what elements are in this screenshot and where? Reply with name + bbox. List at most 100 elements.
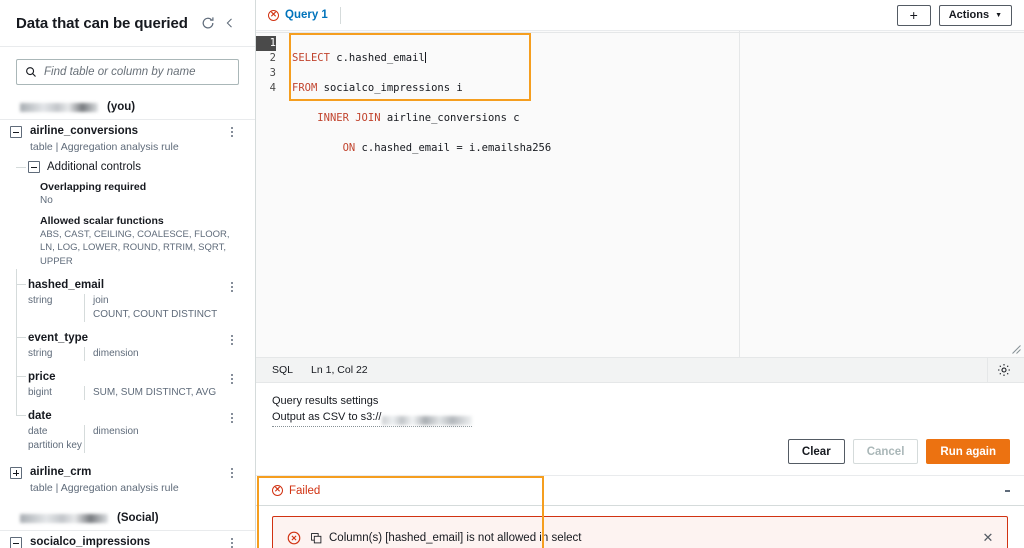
line-number: 3 bbox=[269, 67, 276, 79]
output-prefix: Output as CSV to s3:// bbox=[272, 411, 382, 423]
table-name: airline_crm bbox=[30, 466, 92, 478]
property-allowed-scalar-functions: Allowed scalar functions ABS, CAST, CEIL… bbox=[0, 208, 255, 269]
collapse-toggle-icon[interactable] bbox=[10, 126, 22, 138]
column-row[interactable]: event_type string dimension bbox=[0, 304, 255, 363]
code-content[interactable]: SELECT c.hashed_email FROM socialco_impr… bbox=[283, 33, 1024, 186]
sql-editor[interactable]: 1 2 3 4 SELECT c.hashed_email FROM socia… bbox=[256, 31, 1024, 357]
column-tags: join COUNT, COUNT DISTINCT bbox=[93, 295, 218, 320]
editor-divider bbox=[739, 31, 740, 357]
cancel-button: Cancel bbox=[852, 439, 919, 464]
sidebar-search-wrap bbox=[0, 47, 255, 94]
table-menu-icon[interactable] bbox=[225, 125, 239, 139]
run-again-button[interactable]: Run again bbox=[926, 439, 1010, 464]
code-line: INNER JOIN airline_conversions c bbox=[292, 111, 1024, 126]
query-results-settings: Query results settings Output as CSV to … bbox=[256, 383, 1024, 427]
column-row[interactable]: hashed_email string join COUNT, COUNT DI… bbox=[0, 269, 255, 324]
error-circle-icon: ✕ bbox=[272, 485, 283, 496]
gear-icon[interactable] bbox=[997, 363, 1011, 377]
sql-text: socialco_impressions i bbox=[317, 82, 463, 94]
property-key: Allowed scalar functions bbox=[40, 214, 164, 227]
column-row[interactable]: date date partition key dimension bbox=[0, 382, 255, 455]
query-topbar: ✕ Query 1 + Actions ▼ bbox=[256, 0, 1024, 31]
language-label: SQL bbox=[272, 364, 294, 376]
redacted-output-path bbox=[382, 416, 472, 425]
error-circle-icon: ✕ bbox=[268, 9, 279, 21]
column-menu-icon[interactable] bbox=[225, 333, 239, 347]
add-query-button[interactable]: + bbox=[896, 4, 931, 26]
line-number-gutter: 1 2 3 4 bbox=[256, 33, 283, 186]
additional-controls-row[interactable]: Additional controls bbox=[0, 156, 255, 177]
column-tags: dimension bbox=[93, 348, 139, 359]
table-menu-icon[interactable] bbox=[225, 466, 239, 480]
property-overlapping-required: Overlapping required No bbox=[0, 177, 255, 208]
column-name: date bbox=[28, 410, 52, 422]
error-alert: Column(s) [hashed_email] is not allowed … bbox=[272, 516, 1008, 548]
cursor-position: Ln 1, Col 22 bbox=[311, 364, 368, 376]
error-circle-icon bbox=[287, 531, 301, 545]
chevron-left-icon[interactable] bbox=[219, 12, 241, 34]
redacted-account-name bbox=[20, 513, 108, 523]
expand-toggle-icon[interactable] bbox=[10, 467, 22, 479]
results-status-label: Failed bbox=[289, 484, 321, 497]
table-menu-icon[interactable] bbox=[225, 536, 239, 548]
code-area[interactable]: 1 2 3 4 SELECT c.hashed_email FROM socia… bbox=[256, 31, 1024, 186]
sidebar-header: Data that can be queried bbox=[0, 0, 255, 47]
column-type: bigint bbox=[28, 387, 52, 398]
tab-query-1[interactable]: ✕ Query 1 bbox=[256, 0, 341, 31]
error-message: Column(s) [hashed_email] is not allowed … bbox=[329, 532, 582, 544]
resize-grip-icon[interactable] bbox=[1012, 345, 1021, 354]
results-settings-title: Query results settings bbox=[272, 395, 379, 407]
property-value: ABS, CAST, CEILING, COALESCE, FLOOR, LN,… bbox=[40, 228, 230, 267]
account-row-you: (you) bbox=[0, 94, 255, 120]
query-results-zone: ✕ Failed Column(s) [hashed_email] is not… bbox=[256, 475, 1024, 548]
sql-text: c.hashed_email = i.emailsha256 bbox=[355, 142, 552, 154]
column-tags: SUM, SUM DISTINCT, AVG bbox=[93, 387, 217, 398]
additional-controls-toggle-icon[interactable] bbox=[28, 161, 40, 173]
column-tags: dimension bbox=[93, 426, 139, 437]
column-menu-icon[interactable] bbox=[225, 411, 239, 425]
sql-text: c.hashed_email bbox=[329, 52, 425, 64]
table-node-airline-conversions: airline_conversions table | Aggregation … bbox=[0, 120, 255, 455]
redacted-account-name bbox=[20, 102, 98, 112]
close-icon[interactable]: ✕ bbox=[981, 531, 995, 545]
sql-indent bbox=[292, 142, 343, 154]
column-row[interactable]: price bigint SUM, SUM DISTINCT, AVG bbox=[0, 343, 255, 402]
sidebar-tree[interactable]: (you) airline_conversions table | Aggreg… bbox=[0, 94, 255, 548]
sql-keyword: ON bbox=[342, 142, 356, 154]
sql-keyword: INNER JOIN bbox=[317, 112, 381, 124]
editor-statusbar: SQL Ln 1, Col 22 bbox=[256, 357, 1024, 383]
sql-text: airline_conversions c bbox=[380, 112, 520, 124]
refresh-icon[interactable] bbox=[197, 12, 219, 34]
topbar-buttons: + Actions ▼ bbox=[896, 4, 1012, 26]
column-menu-icon[interactable] bbox=[225, 372, 239, 386]
query-tabs: ✕ Query 1 bbox=[256, 0, 897, 31]
main-panel: ✕ Query 1 + Actions ▼ 1 2 3 4 SELECT c.h… bbox=[256, 0, 1024, 548]
column-name: price bbox=[28, 371, 56, 383]
collapse-dash-icon[interactable] bbox=[1005, 490, 1010, 492]
table-node-airline-crm: airline_crm table | Aggregation analysis… bbox=[0, 461, 255, 497]
table-row[interactable]: airline_crm table | Aggregation analysis… bbox=[0, 461, 255, 497]
copy-icon[interactable] bbox=[311, 532, 322, 544]
code-line: FROM socialco_impressions i bbox=[292, 81, 1024, 96]
actions-button[interactable]: Actions ▼ bbox=[938, 4, 1012, 26]
line-number: 1 bbox=[256, 36, 276, 51]
property-value: No bbox=[40, 195, 53, 206]
clear-button[interactable]: Clear bbox=[787, 439, 845, 464]
search-input[interactable] bbox=[44, 66, 230, 78]
table-row[interactable]: airline_conversions table | Aggregation … bbox=[0, 120, 255, 156]
results-status-row: ✕ Failed bbox=[256, 476, 1024, 506]
sql-indent bbox=[292, 112, 317, 124]
column-menu-icon[interactable] bbox=[225, 280, 239, 294]
table-name: airline_conversions bbox=[30, 125, 139, 137]
sidebar-title: Data that can be queried bbox=[16, 14, 188, 32]
line-number: 2 bbox=[269, 52, 276, 64]
collapse-toggle-icon[interactable] bbox=[10, 537, 22, 548]
text-cursor bbox=[424, 52, 426, 63]
tab-label: Query 1 bbox=[285, 9, 328, 21]
search-box[interactable] bbox=[16, 59, 239, 85]
table-row[interactable]: socialco_impressions table | Aggregation… bbox=[0, 531, 255, 548]
output-location-link[interactable]: Output as CSV to s3:// bbox=[272, 409, 472, 427]
account-row-social: (Social) bbox=[0, 505, 255, 531]
sql-keyword: FROM bbox=[292, 82, 318, 94]
column-name: event_type bbox=[28, 332, 89, 344]
